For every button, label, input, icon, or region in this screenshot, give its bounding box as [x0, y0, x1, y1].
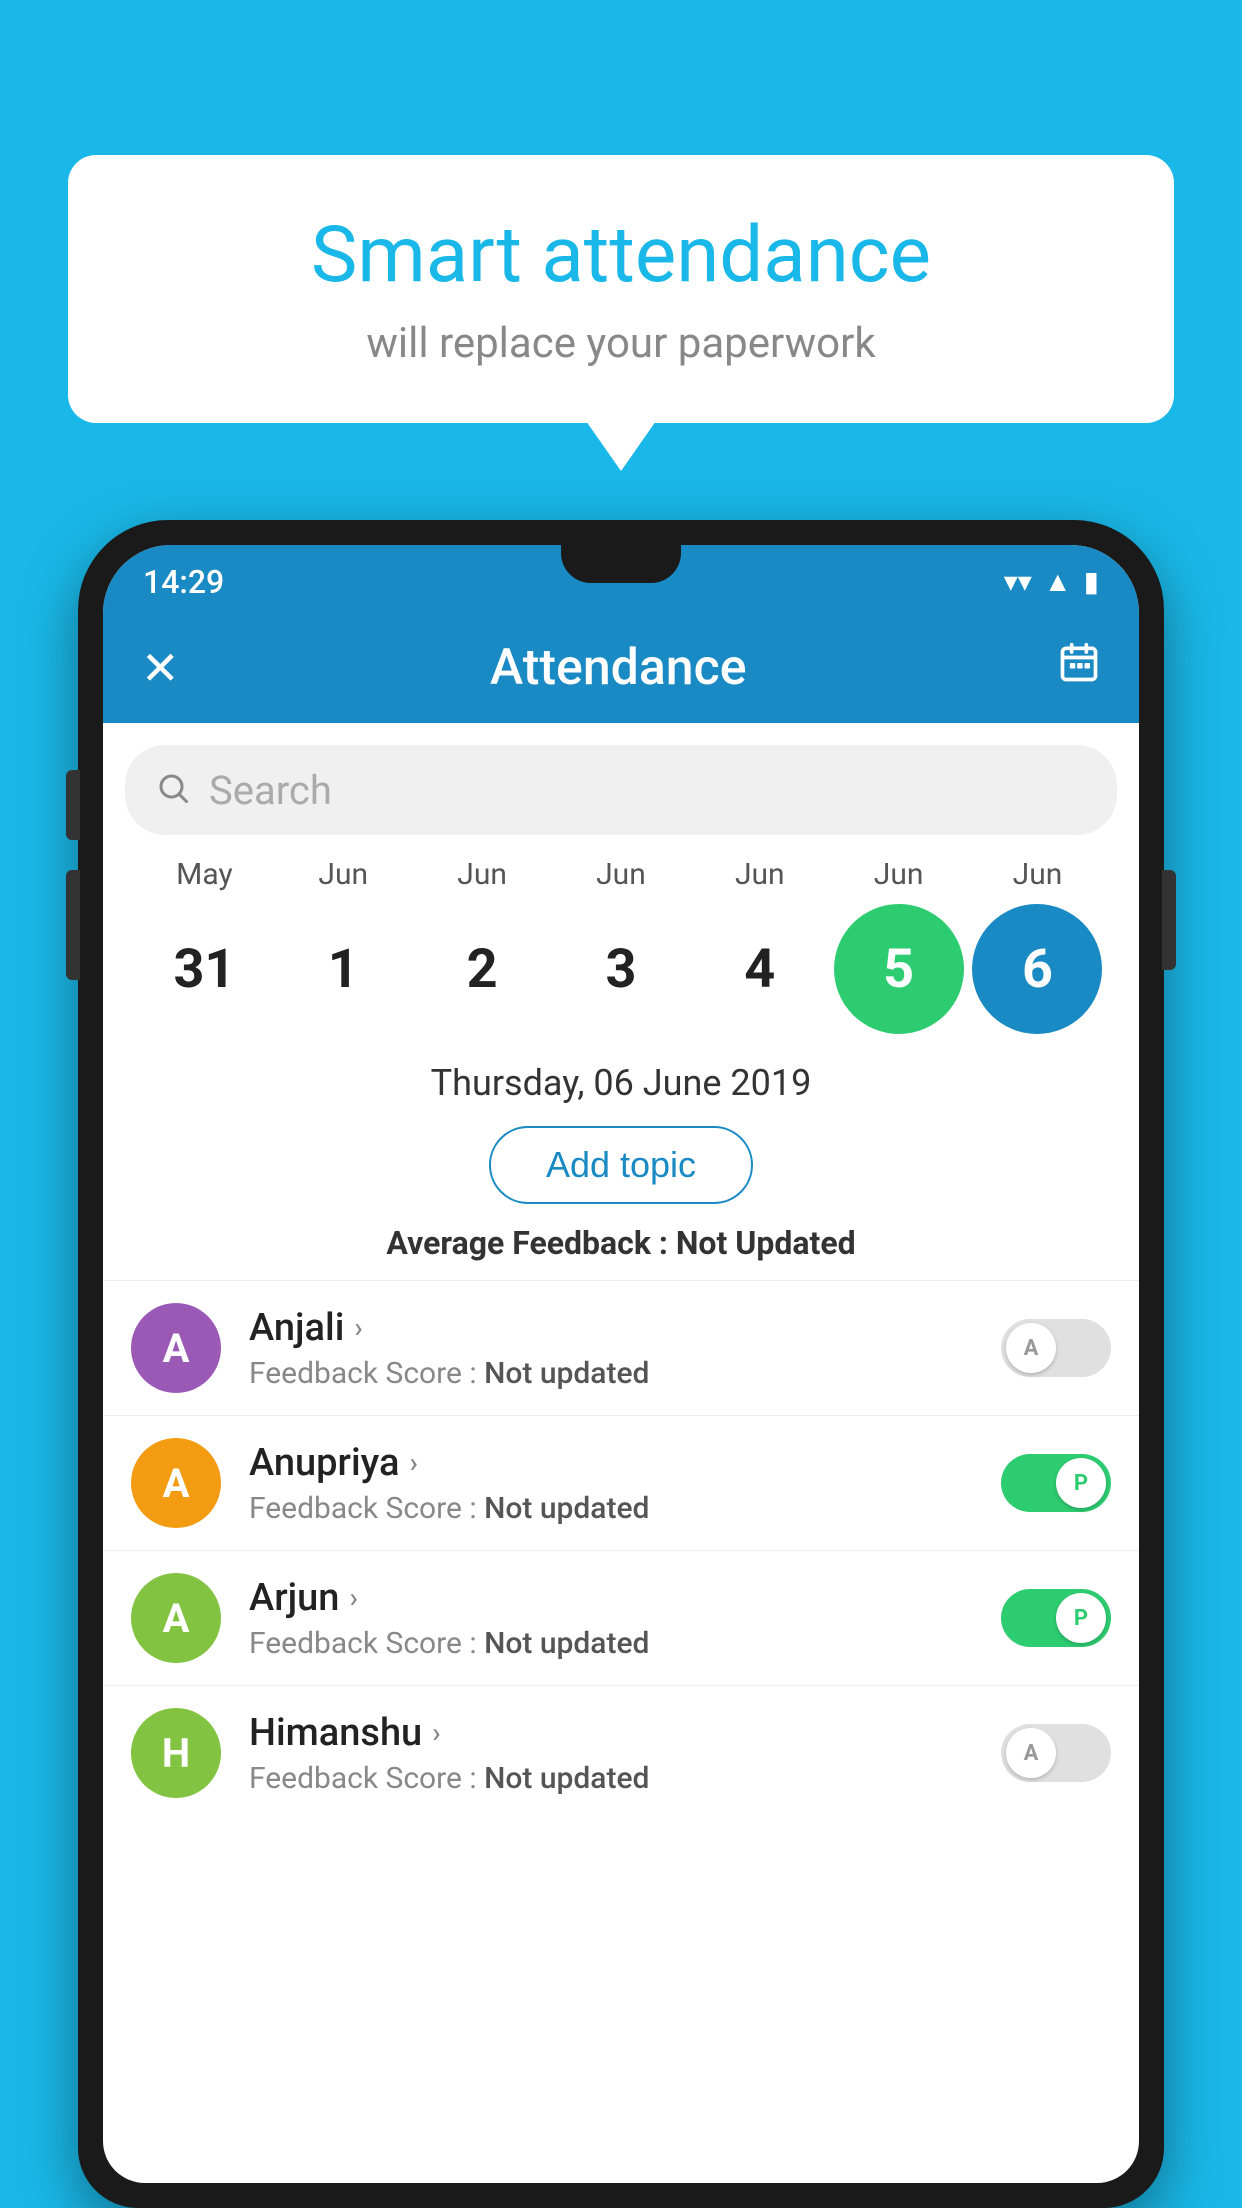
phone-screen: 14:29 ▾▾ ▲ ▮ ✕ Attendance — [103, 545, 1139, 2183]
student-item-himanshu[interactable]: H Himanshu › Feedback Score : Not update… — [103, 1685, 1139, 1820]
speech-bubble-container: Smart attendance will replace your paper… — [68, 155, 1174, 423]
search-icon — [155, 770, 191, 810]
feedback-value: Not Updated — [676, 1224, 856, 1262]
month-4: Jun — [695, 857, 825, 892]
student-score-arjun: Feedback Score : Not updated — [249, 1626, 973, 1661]
bubble-subtitle: will replace your paperwork — [128, 319, 1114, 368]
student-info-anjali: Anjali › Feedback Score : Not updated — [249, 1306, 973, 1391]
avatar-himanshu: H — [131, 1708, 221, 1798]
chevron-anupriya: › — [409, 1446, 417, 1479]
calendar-strip: May Jun Jun Jun Jun Jun Jun 31 1 2 3 4 5… — [103, 857, 1139, 1034]
cal-date-4[interactable]: 4 — [695, 904, 825, 1034]
student-name-anjali: Anjali › — [249, 1306, 973, 1350]
signal-icon: ▲ — [1044, 565, 1072, 598]
cal-date-31[interactable]: 31 — [139, 904, 269, 1034]
student-item-anjali[interactable]: A Anjali › Feedback Score : Not updated … — [103, 1280, 1139, 1415]
app-bar-title: Attendance — [490, 639, 747, 697]
month-0: May — [139, 857, 269, 892]
avatar-anjali: A — [131, 1303, 221, 1393]
calendar-icon[interactable] — [1057, 641, 1101, 696]
battery-icon: ▮ — [1084, 565, 1099, 598]
status-icons: ▾▾ ▲ ▮ — [1004, 565, 1099, 598]
volume-down-button — [66, 870, 80, 980]
calendar-months: May Jun Jun Jun Jun Jun Jun — [125, 857, 1117, 892]
calendar-dates: 31 1 2 3 4 5 6 — [125, 904, 1117, 1034]
power-button — [1162, 870, 1176, 970]
toggle-knob-himanshu: A — [1006, 1728, 1056, 1778]
student-score-himanshu: Feedback Score : Not updated — [249, 1761, 973, 1796]
add-topic-container: Add topic — [103, 1126, 1139, 1204]
toggle-himanshu[interactable]: A — [1001, 1724, 1111, 1782]
toggle-knob-arjun: P — [1056, 1593, 1106, 1643]
toggle-anjali[interactable]: A — [1001, 1319, 1111, 1377]
phone-frame: 14:29 ▾▾ ▲ ▮ ✕ Attendance — [78, 520, 1164, 2208]
month-1: Jun — [278, 857, 408, 892]
student-score-anjali: Feedback Score : Not updated — [249, 1356, 973, 1391]
month-3: Jun — [556, 857, 686, 892]
app-bar: ✕ Attendance — [103, 613, 1139, 723]
toggle-arjun[interactable]: P — [1001, 1589, 1111, 1647]
cal-date-5[interactable]: 5 — [834, 904, 964, 1034]
status-time: 14:29 — [143, 563, 224, 601]
toggle-knob-anupriya: P — [1056, 1458, 1106, 1508]
cal-date-2[interactable]: 2 — [417, 904, 547, 1034]
selected-date-heading: Thursday, 06 June 2019 — [103, 1062, 1139, 1104]
student-item-arjun[interactable]: A Arjun › Feedback Score : Not updated P — [103, 1550, 1139, 1685]
add-topic-button[interactable]: Add topic — [489, 1126, 753, 1204]
toggle-knob-anjali: A — [1006, 1323, 1056, 1373]
chevron-himanshu: › — [432, 1716, 440, 1749]
search-bar[interactable]: Search — [125, 745, 1117, 835]
chevron-arjun: › — [349, 1581, 357, 1614]
student-list: A Anjali › Feedback Score : Not updated … — [103, 1280, 1139, 1820]
month-2: Jun — [417, 857, 547, 892]
cal-date-1[interactable]: 1 — [278, 904, 408, 1034]
student-info-himanshu: Himanshu › Feedback Score : Not updated — [249, 1711, 973, 1796]
feedback-label-text: Average Feedback : — [386, 1224, 675, 1262]
student-name-anupriya: Anupriya › — [249, 1441, 973, 1485]
student-name-himanshu: Himanshu › — [249, 1711, 973, 1755]
avatar-arjun: A — [131, 1573, 221, 1663]
student-name-arjun: Arjun › — [249, 1576, 973, 1620]
toggle-anupriya[interactable]: P — [1001, 1454, 1111, 1512]
feedback-summary: Average Feedback : Not Updated — [103, 1224, 1139, 1262]
close-icon[interactable]: ✕ — [141, 641, 180, 696]
student-score-anupriya: Feedback Score : Not updated — [249, 1491, 973, 1526]
wifi-icon: ▾▾ — [1004, 565, 1032, 598]
student-info-arjun: Arjun › Feedback Score : Not updated — [249, 1576, 973, 1661]
avatar-anupriya: A — [131, 1438, 221, 1528]
student-item-anupriya[interactable]: A Anupriya › Feedback Score : Not update… — [103, 1415, 1139, 1550]
search-input[interactable]: Search — [209, 767, 332, 814]
month-5: Jun — [834, 857, 964, 892]
camera-notch — [561, 545, 681, 583]
month-6: Jun — [972, 857, 1102, 892]
bubble-title: Smart attendance — [128, 210, 1114, 301]
chevron-anjali: › — [354, 1311, 362, 1344]
cal-date-6[interactable]: 6 — [972, 904, 1102, 1034]
speech-bubble: Smart attendance will replace your paper… — [68, 155, 1174, 423]
volume-up-button — [66, 770, 80, 840]
cal-date-3[interactable]: 3 — [556, 904, 686, 1034]
student-info-anupriya: Anupriya › Feedback Score : Not updated — [249, 1441, 973, 1526]
